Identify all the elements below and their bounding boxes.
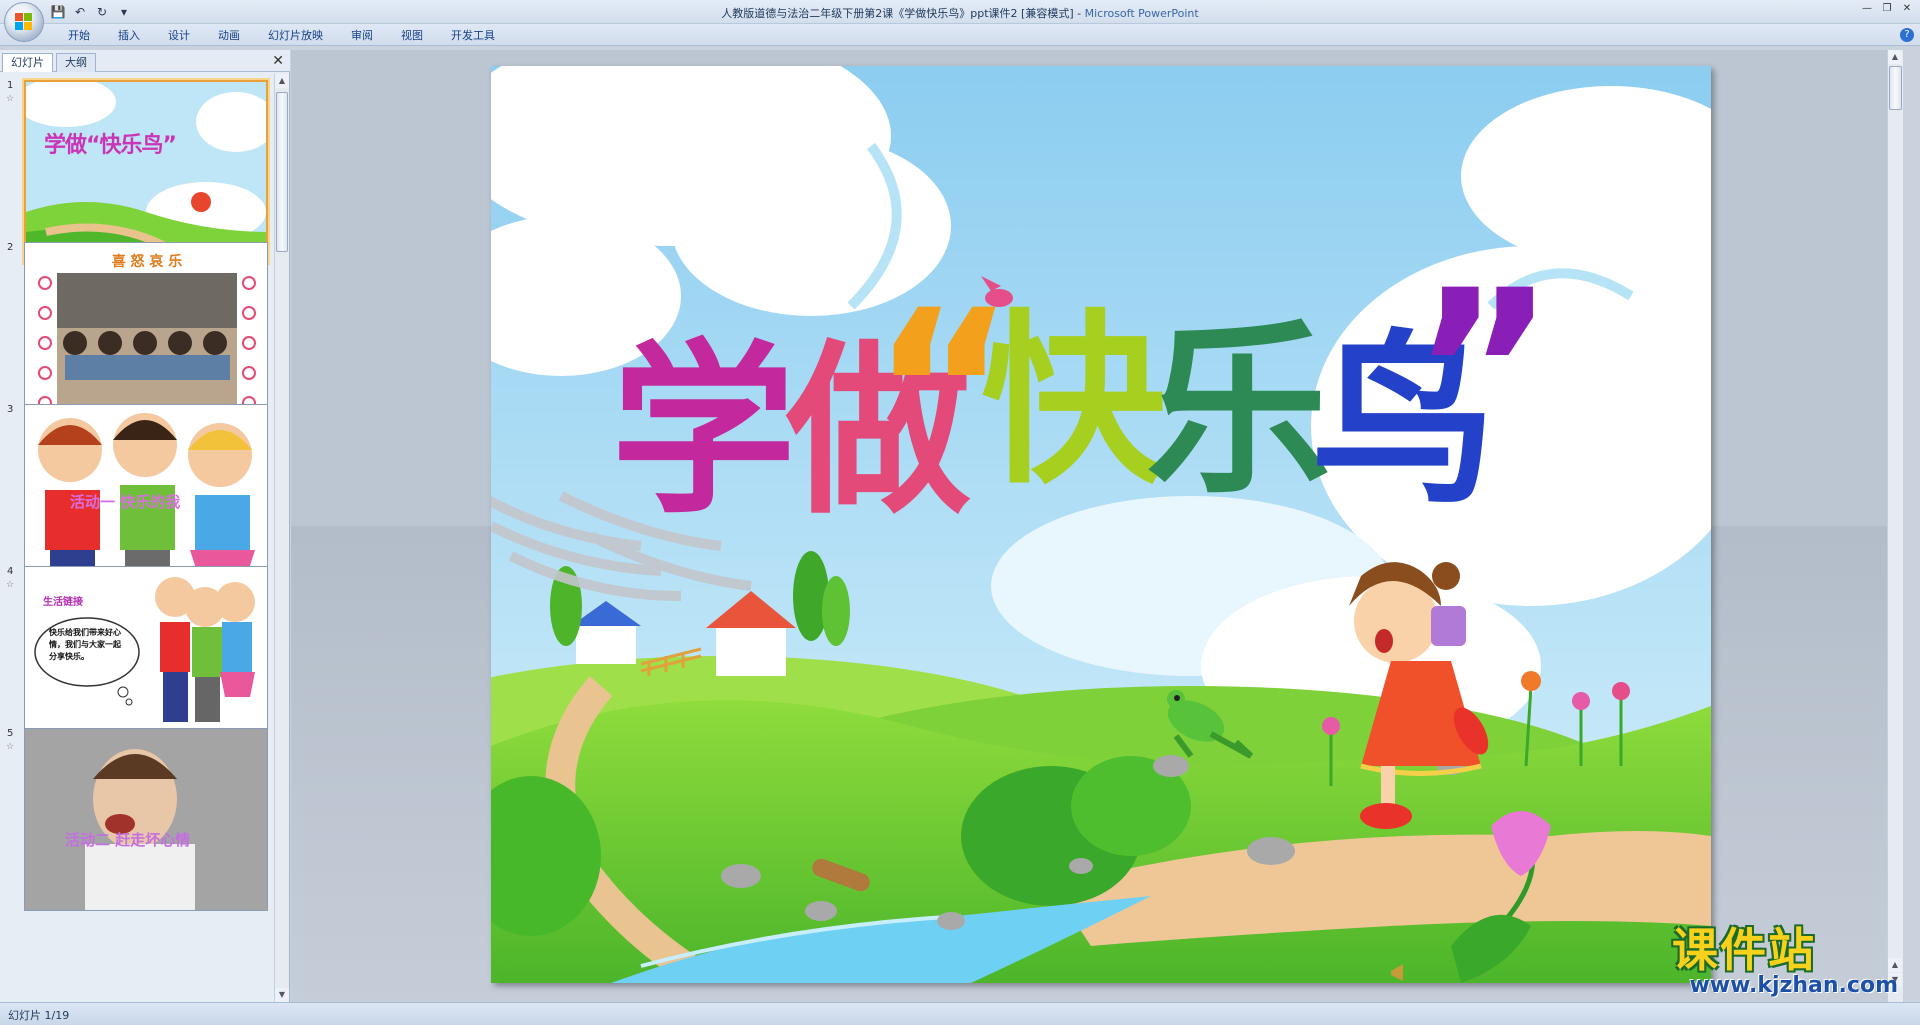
scroll-up-icon[interactable]: ▲ (1888, 50, 1902, 64)
tab-outline[interactable]: 大纲 (56, 53, 96, 72)
office-logo-icon (15, 13, 33, 31)
slide-thumbnail-1[interactable]: 学做“快乐鸟” (22, 78, 270, 265)
tab-design[interactable]: 设计 (156, 28, 202, 44)
close-panel-icon[interactable]: ✕ (272, 53, 284, 69)
thumbnail-4-body: 快乐给我们带来好心情，我们与大家一起分享快乐。 (49, 628, 121, 661)
slide-number: 2 (7, 242, 14, 253)
thumbnail-3-title: 活动一 快乐的我 (70, 493, 181, 511)
scroll-thumb[interactable] (1889, 66, 1902, 110)
title-bar: 💾 ↶ ↻ ▾ 人教版道德与法治二年级下册第2课《学做快乐鸟》ppt课件2 [兼… (0, 0, 1920, 42)
tab-animations[interactable]: 动画 (206, 28, 252, 44)
slide-title[interactable]: 学 做 “ 快 乐 鸟 ” (611, 261, 1556, 661)
thumbnail-5-art (25, 729, 267, 910)
status-bar: 幻灯片 1/19 (0, 1002, 1920, 1025)
document-title: 人教版道德与法治二年级下册第2课《学做快乐鸟》ppt课件2 [兼容模式] (721, 7, 1074, 20)
title-separator: - (1073, 7, 1085, 20)
panel-tabs: 幻灯片 大纲 ✕ (0, 50, 290, 72)
app-name: Microsoft PowerPoint (1084, 7, 1199, 20)
title-char-1: 学 (611, 323, 796, 539)
slides-panel: 幻灯片 大纲 ✕ 1 ☆ 学做“快乐鸟” 2 喜 怒 哀 乐 3 活动一 快乐的… (0, 50, 290, 1002)
thumbnail-1-art (26, 82, 266, 261)
slide-scrollbar[interactable]: ▲ ▲ ▼ (1887, 50, 1903, 1002)
thumbnail-scrollbar[interactable]: ▲ ▼ (274, 74, 289, 1002)
help-icon[interactable]: ? (1900, 28, 1914, 42)
scroll-down-icon[interactable]: ▼ (275, 988, 289, 1002)
watermark-logo: 课件站 www.kjzhan.com (1672, 925, 1902, 1001)
slide-thumbnail-4[interactable]: 生活链接 快乐给我们带来好心情，我们与大家一起分享快乐。 (24, 566, 268, 749)
thumbnail-row[interactable]: 5 ☆ 活动二 赶走坏心情 (0, 724, 273, 914)
slide-number: 4 (7, 566, 14, 577)
animation-star-icon: ☆ (6, 742, 15, 752)
thumbnail-5-title: 活动二 赶走坏心情 (65, 831, 191, 849)
tab-review[interactable]: 审阅 (339, 28, 385, 44)
thumbnail-list: 1 ☆ 学做“快乐鸟” 2 喜 怒 哀 乐 3 活动一 快乐的我 4 ☆ 生活链… (0, 74, 273, 1002)
animation-star-icon: ☆ (6, 94, 15, 104)
slide-thumbnail-5[interactable]: 活动二 赶走坏心情 (24, 728, 268, 911)
slide-editing-area: 学 做 “ 快 乐 鸟 ” ▲ ▲ ▼ (291, 50, 1903, 1002)
slide-number: 1 (7, 80, 14, 91)
slide-thumbnail-3[interactable]: 活动一 快乐的我 (24, 404, 268, 587)
tab-slideshow[interactable]: 幻灯片放映 (256, 28, 335, 44)
slide-number: 3 (7, 404, 14, 415)
watermark-url: www.kjzhan.com (1689, 973, 1898, 998)
thumbnail-4-title: 生活链接 (43, 597, 83, 608)
title-char-7: ” (1411, 243, 1556, 499)
office-button[interactable] (4, 2, 44, 42)
scroll-up-icon[interactable]: ▲ (275, 74, 289, 88)
close-icon[interactable]: ✕ (1898, 2, 1916, 16)
minimize-icon[interactable]: — (1858, 2, 1876, 16)
tab-insert[interactable]: 插入 (106, 28, 152, 44)
thumbnail-2-title: 喜 怒 哀 乐 (111, 254, 183, 270)
title-char-4: 快 (981, 293, 1166, 509)
watermark-text: 课件站 (1672, 923, 1816, 977)
current-slide[interactable]: 学 做 “ 快 乐 鸟 ” (491, 66, 1711, 983)
animation-star-icon: ☆ (6, 580, 15, 590)
slide-count: 幻灯片 1/19 (8, 1009, 70, 1022)
tab-view[interactable]: 视图 (389, 28, 435, 44)
tab-home[interactable]: 开始 (56, 28, 102, 44)
window-title: 人教版道德与法治二年级下册第2课《学做快乐鸟》ppt课件2 [兼容模式] - M… (0, 5, 1920, 21)
ribbon-tab-bar: 开始 插入 设计 动画 幻灯片放映 审阅 视图 开发工具 ? (0, 24, 1920, 46)
slide-thumbnail-2[interactable]: 喜 怒 哀 乐 (24, 242, 268, 425)
thumbnail-1-title: 学做“快乐鸟” (44, 133, 177, 158)
ribbon-tabs: 开始 插入 设计 动画 幻灯片放映 审阅 视图 开发工具 (56, 28, 511, 44)
slide-number: 5 (7, 728, 14, 739)
restore-icon[interactable]: ❐ (1878, 2, 1896, 16)
window-controls: — ❐ ✕ (1858, 2, 1916, 16)
tab-developer[interactable]: 开发工具 (439, 28, 507, 44)
title-char-5: 乐 (1146, 303, 1331, 519)
scroll-thumb[interactable] (276, 92, 288, 252)
tab-slides[interactable]: 幻灯片 (2, 53, 53, 72)
